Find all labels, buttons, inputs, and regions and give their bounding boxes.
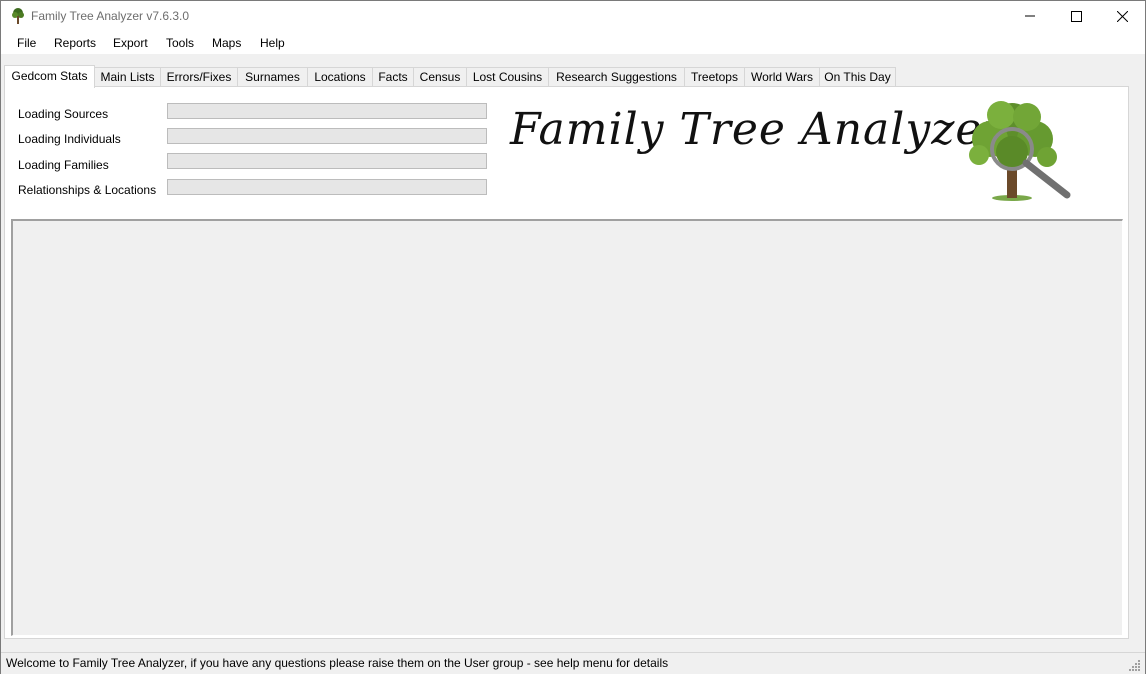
gedcom-stats-panel: Loading Sources Loading Individuals Load… [4, 86, 1129, 639]
tree-app-icon [12, 8, 24, 24]
relationships-locations-label: Relationships & Locations [18, 183, 157, 197]
menu-tools[interactable]: Tools [166, 36, 194, 50]
menu-maps[interactable]: Maps [212, 36, 241, 50]
app-window: Family Tree Analyzer v7.6.3.0 File Repor… [0, 0, 1146, 674]
menu-reports[interactable]: Reports [54, 36, 96, 50]
resize-grip-icon[interactable] [1129, 659, 1141, 671]
title-bar[interactable]: Family Tree Analyzer v7.6.3.0 [1, 1, 1145, 32]
tab-main-lists[interactable]: Main Lists [94, 67, 161, 86]
tab-gedcom-stats[interactable]: Gedcom Stats [4, 65, 95, 88]
minimize-button[interactable] [1007, 1, 1053, 32]
maximize-icon [1071, 11, 1082, 22]
stats-output-area[interactable] [11, 219, 1123, 636]
menu-bar: File Reports Export Tools Maps Help [1, 32, 1145, 54]
status-bar: Welcome to Family Tree Analyzer, if you … [1, 652, 1145, 674]
close-button[interactable] [1099, 1, 1145, 32]
tab-errors-fixes[interactable]: Errors/Fixes [160, 67, 238, 86]
menu-export[interactable]: Export [113, 36, 148, 50]
app-logo-text: Family Tree Analyzer [510, 104, 1005, 155]
tab-facts[interactable]: Facts [372, 67, 414, 86]
menu-help[interactable]: Help [260, 36, 285, 50]
loading-families-label: Loading Families [18, 158, 109, 172]
tab-lost-cousins[interactable]: Lost Cousins [466, 67, 549, 86]
close-icon [1117, 11, 1128, 22]
relationships-locations-progress [167, 179, 487, 195]
loading-individuals-progress [167, 128, 487, 144]
loading-sources-progress [167, 103, 487, 119]
maximize-button[interactable] [1053, 1, 1099, 32]
tree-magnifier-icon [969, 101, 1071, 201]
status-message: Welcome to Family Tree Analyzer, if you … [6, 656, 669, 670]
tab-world-wars[interactable]: World Wars [744, 67, 820, 86]
tab-census[interactable]: Census [413, 67, 467, 86]
tab-on-this-day[interactable]: On This Day [819, 67, 896, 86]
tab-strip: Gedcom Stats Main Lists Errors/Fixes Sur… [1, 65, 1145, 88]
loading-individuals-label: Loading Individuals [18, 132, 121, 146]
tab-research-suggestions[interactable]: Research Suggestions [548, 67, 685, 86]
loading-sources-label: Loading Sources [18, 107, 109, 121]
menu-file[interactable]: File [17, 36, 36, 50]
loading-families-progress [167, 153, 487, 169]
tab-treetops[interactable]: Treetops [684, 67, 745, 86]
window-title: Family Tree Analyzer v7.6.3.0 [31, 9, 190, 23]
minimize-icon [1025, 15, 1035, 17]
tab-surnames[interactable]: Surnames [237, 67, 308, 86]
tab-locations[interactable]: Locations [307, 67, 373, 86]
